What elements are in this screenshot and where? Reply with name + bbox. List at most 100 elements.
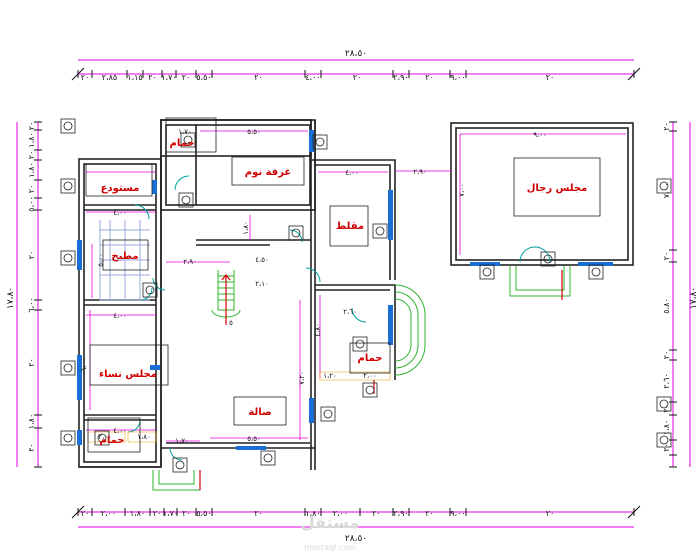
dimension-label: ٢٠ — [546, 73, 555, 82]
dim-women-h: ٦،٠٠ — [80, 358, 88, 372]
dim-hall-h: ٧،٢٠ — [298, 371, 306, 385]
men-majlis-walls — [450, 122, 634, 266]
dimension-label: ٢٠ — [27, 358, 36, 367]
overall-width-top: ٢٨،٥٠ — [345, 49, 367, 59]
dim-bath-mid-h: ٤،٨٠ — [314, 323, 322, 337]
room-men-majlis: مجلس رجال — [527, 183, 588, 194]
dimension-label: ٢٠ — [81, 73, 90, 82]
fixture-circle — [323, 409, 333, 419]
interior-dimension-lines — [86, 130, 626, 442]
room-kitchen: مطبخ — [111, 251, 138, 262]
dimension-label: ٢،٦٠ — [662, 373, 671, 388]
dim-bath-top-w: ١،٧٠ — [178, 128, 192, 136]
fixture-circle — [63, 433, 73, 443]
fixture-circle — [375, 226, 385, 236]
dimension-label: ٥،٥٠ — [196, 73, 211, 82]
dimension-label: ٢٠ — [153, 509, 162, 518]
dimension-label: ٢٠ — [254, 73, 263, 82]
fixture-circle — [659, 435, 669, 445]
dimension-label: ٢،٩٠ — [393, 509, 408, 518]
dimension-label: ٢٠ — [425, 73, 434, 82]
dimension-label: ٢،٩٠ — [393, 73, 408, 82]
dimension-label: ٩،٠٠ — [450, 509, 465, 518]
dimension-lines — [16, 59, 691, 528]
dimension-label: ٢٠ — [27, 151, 36, 160]
dimension-label: ١،٨٠ — [27, 162, 36, 177]
dim-bath-mid-w: ٢،٦٠ — [343, 308, 357, 316]
dimension-label: ٢٠ — [81, 509, 90, 518]
dim-bath-mid-b2: ١،٢٠ — [323, 372, 337, 380]
room-hall: صالة — [248, 407, 271, 418]
dimension-label: ٢٠ — [254, 509, 263, 518]
fixture-box — [588, 264, 604, 280]
dim-bedroom-w: ٥،٥٠ — [247, 128, 261, 136]
fixture-box — [60, 118, 76, 134]
doors — [99, 175, 551, 461]
room-bath-top: حمام — [170, 138, 195, 149]
dimension-label: ٢،٨٥ — [102, 73, 117, 82]
fixture-circle — [315, 137, 325, 147]
interior-dimension-labels: ٥،٥٠ ١،٧٠ ٤،٠٠ ٤،٠٠ ٤،٠٠ ٢،٩٠ ٩،٠٠ ٧،٠٠ … — [80, 128, 547, 445]
dim-corridor: ٢،٩٠ — [413, 168, 427, 176]
room-bath-mid: حمام — [358, 353, 383, 364]
fixture-circle — [355, 339, 365, 349]
dimension-label: ١،١٥ — [127, 73, 142, 82]
dimension-label: ٢٠ — [148, 73, 157, 82]
overall-height-left: ١٧،٨٠ — [6, 287, 16, 309]
dimension-label: ٤،٠٠ — [305, 73, 320, 82]
dim-kitchen-w: ٤،٠٠ — [113, 312, 127, 320]
dimension-label: ٢٠ — [372, 509, 381, 518]
dimension-ticks — [34, 67, 677, 519]
fixture-box — [60, 178, 76, 194]
dimension-label: ٢٠ — [662, 404, 671, 413]
dim-women-w: ٤،٠٠ — [113, 427, 127, 435]
dim-snack-w: ٤،٠٠ — [345, 169, 359, 177]
room-snack: مقلط — [336, 221, 364, 232]
fixture-box — [60, 430, 76, 446]
dimension-label: ٦،٠٠ — [27, 297, 36, 312]
dimension-label: ٥،٠٠ — [27, 196, 36, 211]
dimension-label: ٢٠ — [27, 443, 36, 452]
fixture-circle — [175, 460, 185, 470]
dimension-label: ٢٠ — [27, 185, 36, 194]
room-women-majlis: مجلس نساء — [99, 369, 157, 380]
room-storage: مستودع — [101, 183, 140, 194]
dim-corr-b: ١،٧٠ — [175, 437, 189, 445]
dimension-label: ٢٠ — [662, 122, 671, 131]
fixture-box — [372, 223, 388, 239]
dim-hall-w: ٥،٥٠ — [247, 435, 261, 443]
dimension-label: ٥،٨٠ — [662, 298, 671, 313]
floor-plan: ٢٠ ٢،٨٥ ١،١٥ ٢٠ ١،٧٠ ٢٠ ٥،٥٠ ٢٠ ٤،٠٠ ٢٠ ٢،٩٠ ٢٠ ٩،٠٠… — [6, 49, 698, 552]
watermark-logo: مستقل — [301, 513, 360, 532]
fixture-circle — [63, 121, 73, 131]
room-bedroom: غرفة نوم — [245, 167, 292, 178]
fixture-circle — [365, 385, 375, 395]
dimension-label: ٢٠ — [182, 73, 191, 82]
dim-corridor-h: ٢،٩٠ — [183, 258, 197, 266]
fixture-circle — [63, 181, 73, 191]
fixture-box — [260, 450, 276, 466]
dim-stair-mark: ٥ — [229, 319, 233, 327]
dimension-label: ١،٨٠ — [27, 414, 36, 429]
dimension-label: ٧،٠٠ — [662, 183, 671, 198]
fixture-circle — [291, 228, 301, 238]
dimension-label: ٢٠ — [27, 122, 36, 131]
dimension-label: ٢٠ — [353, 73, 362, 82]
fixture-circle — [543, 254, 553, 264]
dim-bath-mid-b1: ٢،٠٠ — [363, 372, 377, 380]
dimension-label: ٢٠ — [546, 509, 555, 518]
watermark: مستقل mostaql.com — [301, 513, 360, 552]
fixture-box — [362, 382, 378, 398]
dim-men-h: ٧،٠٠ — [458, 183, 466, 197]
left-dimension-labels: ٢٠١،٨٠٢٠١،٨٠٢٠٥،٠٠٢٠٦،٠٠٢٠١،٨٠٢٠ — [27, 122, 36, 452]
bath-tiles — [87, 371, 391, 443]
dim-bath-b-w2: ١،٨٠ — [137, 433, 151, 441]
fixture-circle — [63, 363, 73, 373]
overall-height-right: ١٧،٨٠ — [689, 287, 698, 309]
fixture-circle — [482, 267, 492, 277]
dimension-label: ٢٠ — [662, 252, 671, 261]
fixture-box — [479, 264, 495, 280]
dimension-label: ٩،٠٠ — [450, 73, 465, 82]
dim-men-w: ٩،٠٠ — [533, 131, 547, 139]
dim-stair-w1: ٤،٥٠ — [255, 256, 269, 264]
